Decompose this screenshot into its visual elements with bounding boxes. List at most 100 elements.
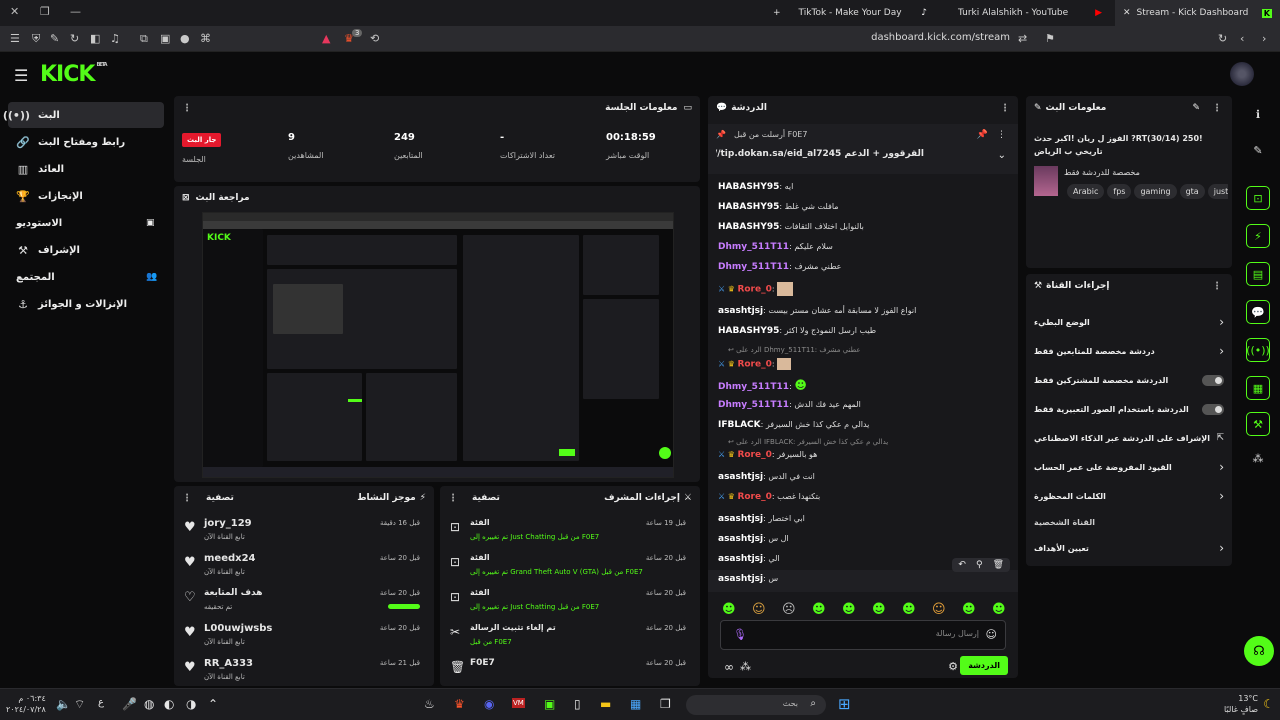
more-options-icon[interactable]: ⋮ (1000, 103, 1010, 114)
sidebar-item-drops[interactable]: الإنزالات و الجوائز ⚓ (8, 291, 164, 317)
brave-icon[interactable]: ♛ (454, 697, 465, 711)
cookie-icon[interactable]: ● (180, 32, 190, 45)
wifi-icon[interactable]: ⌔ (74, 697, 85, 712)
chat-message[interactable]: IFBLACK: يدالي م عكي كذا خش السيرفر (718, 420, 1008, 430)
sidebar-item-stream-key[interactable]: رابط ومفتاح البث 🔗 (8, 129, 164, 155)
task-view-icon[interactable]: ❐ (660, 697, 671, 711)
file-explorer-icon[interactable]: ▬ (600, 697, 611, 711)
minimize-window-icon[interactable]: — (70, 5, 81, 18)
pinned-text[interactable]: القرقوور + الدعم https://tip.dokan.sa/ei… (716, 149, 924, 159)
tag-chip[interactable]: Arabic (1067, 184, 1105, 199)
chat-username[interactable]: Dhmy_511T11 (718, 400, 789, 410)
reply-context[interactable]: ↩ الرد على IFBLACK: يدالي م عكي كذا خش ا… (728, 438, 1008, 446)
close-window-icon[interactable]: ✕ (10, 5, 19, 18)
kick-app-icon[interactable]: ▣ (544, 697, 555, 711)
document-icon[interactable]: ▤ (1246, 262, 1270, 286)
settings-icon[interactable]: ⚙ (948, 660, 958, 673)
more-options-icon[interactable]: ⋮ (182, 493, 192, 504)
weather-widget[interactable]: 13°C صافٍ غالبًا (1224, 693, 1258, 715)
emoji-picker-icon[interactable]: ☺ (986, 628, 997, 641)
taskbar-search[interactable]: ⌕ بحث (686, 695, 826, 715)
edit-icon[interactable]: ✎ (1192, 103, 1200, 113)
emote-icon[interactable]: ☻ (722, 602, 736, 617)
sidebar-item-revenue[interactable]: العائد ▥ (8, 156, 164, 182)
support-headset-icon[interactable]: ☊ (1244, 636, 1274, 666)
restore-window-icon[interactable]: ❐ (40, 5, 50, 18)
chat-username[interactable]: Dhmy_511T11 (718, 262, 789, 272)
store-icon[interactable]: ▦ (630, 697, 641, 711)
action-slow-mode[interactable]: الوضع البطيء › (1034, 312, 1224, 332)
chat-username[interactable]: Dhmy_511T11 (718, 382, 789, 392)
chat-username[interactable]: asashtjsj (718, 534, 763, 544)
sidebar-item-community[interactable]: 👥 المجتمع ⌄ (8, 264, 164, 290)
reply-icon[interactable]: ↶ (958, 560, 966, 570)
action-set-goals[interactable]: تعيين الأهداف › (1034, 538, 1224, 558)
activity-user[interactable]: meedx24 (204, 553, 256, 564)
tray-app-icon[interactable]: ◍ (144, 697, 154, 711)
tag-chip[interactable]: just (1207, 184, 1228, 199)
infinity-icon[interactable]: ∞ (724, 660, 734, 674)
chat-username[interactable]: HABASHY95 (718, 222, 779, 232)
reload-icon[interactable]: ↻ (1218, 32, 1227, 45)
windows-start-icon[interactable]: ⊞ (838, 695, 851, 713)
action-account-age[interactable]: القيود المفروضة على عمر الحساب › (1034, 457, 1224, 477)
sidebar-item-achievements[interactable]: الإنجازات 🏆 (8, 183, 164, 209)
chat-message[interactable]: asashtjsj: ابي اختصار (718, 514, 1008, 524)
action-banned-words[interactable]: الكلمات المحظورة › (1034, 486, 1224, 506)
emote-only-toggle[interactable] (1202, 403, 1224, 415)
chat-username[interactable]: Dhmy_511T11 (718, 242, 789, 252)
chat-username[interactable]: HABASHY95 (718, 202, 779, 212)
bookmark-icon[interactable]: ⚑ (1045, 32, 1055, 45)
translate-icon[interactable]: ⇄ (1018, 32, 1027, 45)
emote-icon[interactable]: ☺ (752, 602, 766, 617)
chat-message[interactable]: ⚔ ♛ Rore_0: هو بالسيرفر (718, 450, 1008, 460)
edit-icon[interactable]: ✎ (1246, 138, 1270, 162)
system-clock[interactable]: ٠٦:٣٤ م ٢٠٢٤/٠٧/٢٨ (6, 693, 46, 715)
chat-message[interactable]: ⚔ ♛ Rore_0: بتكنهدا غصب (718, 492, 1008, 502)
chat-message[interactable]: HABASHY95: ايه (718, 182, 1008, 192)
chevron-up-icon[interactable]: ⌃ (208, 697, 218, 711)
tools-icon[interactable]: ⚒ (1246, 412, 1270, 436)
steam-tray-icon[interactable]: ◐ (164, 697, 174, 711)
chat-message[interactable]: Dhmy_511T11: سلام عليكم (718, 242, 1008, 252)
chat-message[interactable]: asashtjsj: انت في الدس (718, 472, 1008, 482)
action-followers-only[interactable]: دردشة مخصصة للمتابعين فقط › (1034, 341, 1224, 361)
chat-username[interactable]: Rore_0 (737, 492, 771, 502)
rewards-icon[interactable]: ▲ (322, 32, 330, 45)
language-indicator[interactable]: ع (98, 697, 104, 708)
sidebar-item-moderation[interactable]: الإشراف ⚒ (8, 237, 164, 263)
chat-username[interactable]: Rore_0 (737, 360, 771, 370)
chat-message[interactable]: ⚔ ♛ Rore_0: (718, 282, 1008, 296)
stream-category[interactable]: مخصصة للدردشة فقط (1064, 168, 1140, 177)
extensions-icon[interactable]: ✎ (50, 32, 59, 45)
chat-message[interactable]: Dhmy_511T11: ☻ (718, 378, 1008, 392)
pin-icon[interactable]: 📌 (716, 130, 726, 139)
sidebar-icon[interactable]: ◧ (90, 32, 100, 45)
chat-icon[interactable]: 💬 (1246, 300, 1270, 324)
action-emote-only[interactable]: الدردشة باستخدام الصور التعبيرية فقط (1034, 399, 1224, 419)
voicemeeter-icon[interactable]: VM (512, 698, 525, 708)
vpn-icon[interactable]: ⌘ (200, 32, 211, 45)
emote-icon[interactable]: ☻ (842, 602, 856, 617)
music-icon[interactable]: ♫ (110, 32, 120, 45)
chat-username[interactable]: HABASHY95 (718, 182, 779, 192)
tag-chip[interactable]: gta (1179, 184, 1205, 199)
kick-logo[interactable]: KICK BETA (40, 62, 108, 87)
more-options-icon[interactable]: ⋮ (1212, 103, 1222, 114)
apps-icon[interactable]: ⁂ (1246, 446, 1270, 470)
chat-message[interactable]: asashtjsj: انواع الفوز لا مسابقة أمه عشا… (718, 306, 1008, 316)
new-tab-icon[interactable]: + (773, 8, 781, 18)
chat-username[interactable]: Rore_0 (737, 285, 771, 295)
category-thumbnail[interactable] (1034, 166, 1058, 196)
chat-message[interactable]: ⚔ ♛ Rore_0: (718, 358, 1008, 370)
info-icon[interactable]: ℹ (1246, 102, 1270, 126)
menu-icon[interactable]: ☰ (10, 32, 20, 45)
tab-kick-dashboard[interactable]: ✕ Stream - Kick Dashboard K (1115, 0, 1280, 26)
more-options-icon[interactable]: ⋮ (182, 103, 192, 114)
chat-username[interactable]: asashtjsj (718, 554, 763, 564)
tab-youtube[interactable]: Turki Alalshikh - YouTube ▶ (950, 0, 1110, 26)
emote-icon[interactable]: ☻ (962, 602, 976, 617)
emote-icon[interactable]: ☺ (932, 602, 946, 617)
hamburger-menu-icon[interactable]: ☰ (14, 66, 28, 85)
tab-tiktok[interactable]: + TikTok - Make Your Day ♪ (765, 0, 935, 26)
